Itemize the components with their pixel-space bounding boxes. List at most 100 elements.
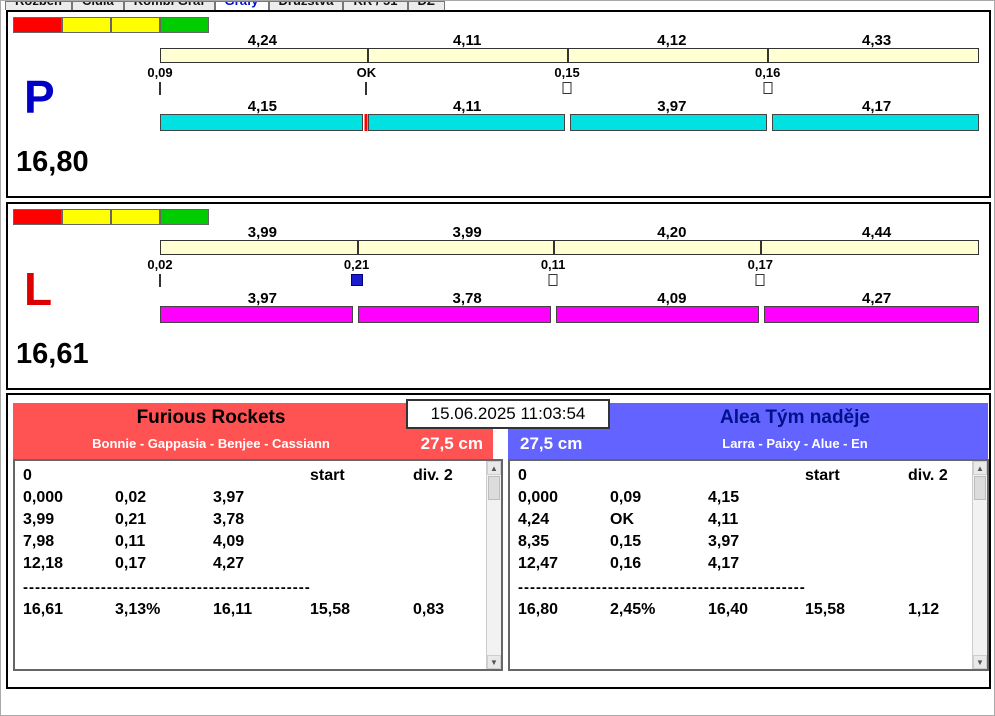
total-diff: 1,12 bbox=[908, 601, 940, 618]
segment-tick bbox=[366, 49, 369, 62]
col-start: start bbox=[805, 467, 840, 484]
total-net: 16,40 bbox=[708, 601, 749, 618]
sensor-marks bbox=[159, 82, 979, 96]
table-row: 3,99 0,21 3,78 bbox=[23, 511, 245, 528]
table-totals-row: 16,80 2,45% 16,40 15,58 1,12 bbox=[510, 601, 971, 621]
total-ref: 15,58 bbox=[310, 601, 351, 618]
split-value: 4,11 bbox=[452, 32, 482, 49]
tab-cidla[interactable]: Čidla bbox=[71, 1, 124, 10]
total-ref: 15,58 bbox=[805, 601, 846, 618]
table-row: 7,98 0,11 4,09 bbox=[23, 533, 245, 550]
lane-letter: P bbox=[24, 71, 55, 123]
cumulative-time-bar bbox=[160, 240, 979, 255]
light-red bbox=[13, 17, 62, 33]
table-row: 4,24 OK 4,11 bbox=[518, 511, 739, 528]
dog-time-bars bbox=[160, 114, 979, 131]
sensor-mark-icon bbox=[755, 274, 765, 286]
scroll-up-icon[interactable]: ▲ bbox=[487, 461, 501, 475]
light-yellow-1 bbox=[62, 17, 111, 33]
lane-panel-l: L 16,61 3,99 3,99 4,20 4,44 0,02 0,21 0,… bbox=[6, 202, 991, 390]
table-row: 12,47 0,16 4,17 bbox=[518, 555, 740, 572]
table-row: 12,18 0,17 4,27 bbox=[23, 555, 245, 572]
col-zero: 0 bbox=[23, 467, 32, 484]
lane-panel-p: P 16,80 4,24 4,11 4,12 4,33 0,09 OK 0,15… bbox=[6, 10, 991, 198]
total-diff: 0,83 bbox=[413, 601, 445, 618]
scroll-up-icon[interactable]: ▲ bbox=[973, 461, 987, 475]
light-yellow-2 bbox=[111, 17, 160, 33]
scroll-down-icon[interactable]: ▼ bbox=[973, 655, 987, 669]
segment-tick bbox=[567, 49, 570, 62]
table-row: 0,000 0,02 3,97 bbox=[23, 489, 245, 506]
sensor-mark-icon bbox=[562, 82, 572, 94]
changeover-labels: 0,09 OK 0,15 0,16 bbox=[147, 65, 979, 81]
split-value: 4,24 bbox=[247, 32, 277, 49]
table-header-row: 0 start div. 2 bbox=[510, 467, 971, 487]
total-time: 16,80 bbox=[518, 601, 559, 618]
sensor-mark-icon bbox=[159, 274, 161, 287]
changeover-value: 0,11 bbox=[540, 257, 566, 272]
team-right-name: Alea Tým naděje bbox=[720, 407, 870, 428]
tab-kr-51[interactable]: KR / 51 bbox=[343, 1, 408, 10]
dog-time-bar bbox=[764, 306, 980, 323]
team-left-name: Furious Rockets bbox=[136, 407, 286, 428]
split-value: 4,33 bbox=[862, 32, 892, 49]
top-split-values: 3,99 3,99 4,20 4,44 bbox=[160, 224, 979, 241]
scroll-down-icon[interactable]: ▼ bbox=[487, 655, 501, 669]
tab-rozbeh[interactable]: Rozběh bbox=[5, 1, 72, 10]
total-net: 16,11 bbox=[213, 601, 253, 618]
split-value: 4,09 bbox=[657, 290, 687, 307]
split-value: 4,12 bbox=[657, 32, 687, 49]
sensor-mark-icon bbox=[548, 274, 558, 286]
top-split-values: 4,24 4,11 4,12 4,33 bbox=[160, 32, 979, 49]
changeover-value: 0,21 bbox=[343, 257, 370, 272]
split-value: 3,78 bbox=[452, 290, 482, 307]
team-left-jump-height: 27,5 cm bbox=[420, 434, 483, 453]
results-section: Furious Rockets Bonnie - Gappasia - Benj… bbox=[6, 393, 991, 689]
dog-time-bar bbox=[160, 114, 363, 131]
lane-total-time: 16,61 bbox=[16, 338, 89, 370]
app-window: Rozběh Čidla Kombi Graf Grafy Družstva K… bbox=[0, 0, 995, 716]
tab-druzstva[interactable]: Družstva bbox=[268, 1, 344, 10]
fault-divider bbox=[364, 114, 368, 131]
tab-bar: Rozběh Čidla Kombi Graf Grafy Družstva K… bbox=[5, 1, 445, 10]
changeover-value: 0,02 bbox=[147, 257, 173, 272]
dog-time-bar bbox=[160, 306, 354, 323]
col-zero: 0 bbox=[518, 467, 527, 484]
split-value: 4,15 bbox=[247, 98, 277, 115]
team-right-members: Larra - Paixy - Alue - En bbox=[722, 436, 868, 451]
light-yellow-2 bbox=[111, 209, 160, 225]
table-row: 8,35 0,15 3,97 bbox=[518, 533, 740, 550]
tab-grafy[interactable]: Grafy bbox=[214, 1, 269, 10]
bottom-split-values: 4,15 4,11 3,97 4,17 bbox=[160, 98, 979, 115]
team-left-results-table[interactable]: 0 start div. 2 0,000 0,02 3,97 3,99 0,21… bbox=[13, 459, 503, 671]
table-separator: ----------------------------------------… bbox=[23, 579, 311, 595]
team-right-jump-height: 27,5 cm bbox=[520, 434, 583, 453]
sensor-marks bbox=[159, 274, 979, 288]
split-value: 4,27 bbox=[862, 290, 892, 307]
light-red bbox=[13, 209, 62, 225]
segment-tick bbox=[759, 241, 762, 254]
changeover-value: 0,16 bbox=[755, 65, 781, 80]
tab-dz[interactable]: DZ bbox=[407, 1, 445, 10]
col-start: start bbox=[310, 467, 345, 484]
changeover-value: 0,15 bbox=[554, 65, 580, 80]
tab-kombi-graf[interactable]: Kombi Graf bbox=[123, 1, 215, 10]
scrollbar[interactable]: ▲ ▼ bbox=[486, 461, 501, 669]
segment-tick bbox=[357, 241, 360, 254]
split-value: 3,99 bbox=[452, 224, 482, 241]
lane-chart-area: 4,24 4,11 4,12 4,33 0,09 OK 0,15 0,16 4,… bbox=[147, 12, 979, 196]
scrollbar-thumb[interactable] bbox=[974, 476, 986, 500]
scrollbar-thumb[interactable] bbox=[488, 476, 500, 500]
team-right-results-table[interactable]: 0 start div. 2 0,000 0,09 4,15 4,24 OK 4… bbox=[508, 459, 989, 671]
timestamp: 15.06.2025 11:03:54 bbox=[406, 399, 610, 429]
split-value: 4,20 bbox=[657, 224, 687, 241]
dog-time-bar bbox=[556, 306, 760, 323]
light-yellow-1 bbox=[62, 209, 111, 225]
total-time: 16,61 bbox=[23, 601, 64, 618]
scrollbar[interactable]: ▲ ▼ bbox=[972, 461, 987, 669]
sensor-mark-icon bbox=[350, 274, 363, 286]
table-separator: ----------------------------------------… bbox=[518, 579, 806, 595]
col-div: div. 2 bbox=[908, 467, 948, 484]
table-row: 0,000 0,09 4,15 bbox=[518, 489, 740, 506]
dog-time-bars bbox=[160, 306, 980, 323]
